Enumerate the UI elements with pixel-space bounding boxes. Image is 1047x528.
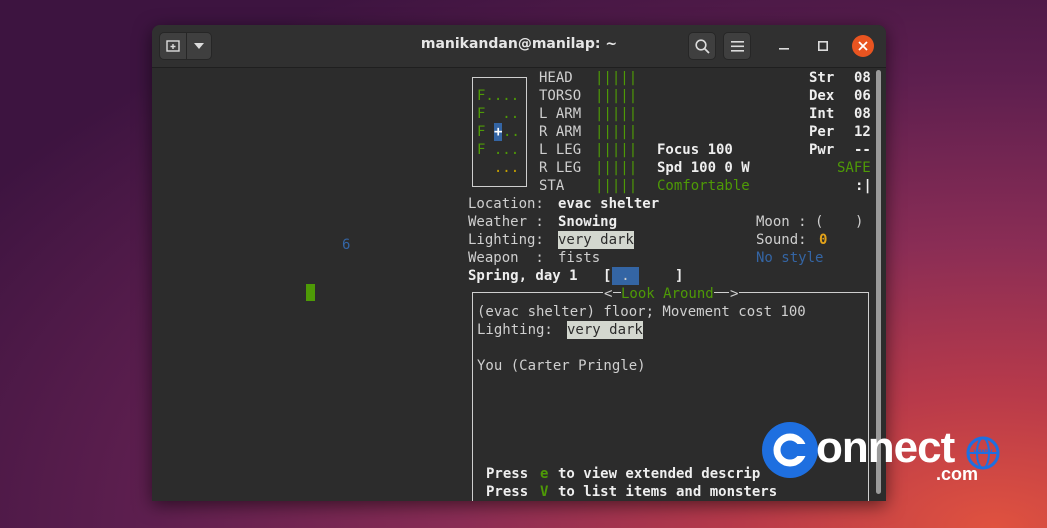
search-button[interactable] bbox=[688, 32, 716, 60]
style-readout: No style bbox=[756, 250, 824, 266]
minimize-button[interactable] bbox=[774, 36, 794, 56]
maximize-button[interactable] bbox=[813, 36, 833, 56]
close-icon bbox=[858, 41, 868, 51]
tab-menu-button[interactable] bbox=[186, 32, 212, 60]
look-around-title: Look Around bbox=[621, 285, 714, 303]
look-around-title-right: > bbox=[729, 285, 740, 303]
date-bracket-close: ] bbox=[675, 268, 684, 284]
body-bar-l-leg: ||||| bbox=[595, 142, 638, 158]
body-bar-r-leg: ||||| bbox=[595, 160, 638, 176]
minimize-icon bbox=[779, 48, 789, 50]
player-marker: + bbox=[494, 123, 503, 141]
press-e-suffix: to view extended descrip bbox=[558, 466, 761, 482]
look-tile-description: (evac shelter) floor; Movement cost 100 bbox=[477, 304, 806, 320]
look-around-title-left: < bbox=[603, 285, 614, 303]
chevron-down-icon bbox=[194, 43, 204, 49]
close-button[interactable] bbox=[852, 35, 874, 57]
watermark-brand: onnect bbox=[816, 423, 955, 472]
location-value: evac shelter bbox=[558, 196, 660, 212]
look-lighting-value: very dark bbox=[567, 321, 643, 339]
look-lighting-label: Lighting: bbox=[477, 322, 553, 338]
body-part-torso: TORSO bbox=[539, 88, 582, 104]
sound-value: 0 bbox=[819, 232, 828, 248]
hamburger-menu-button[interactable] bbox=[723, 32, 751, 60]
map-number-marker: 6 bbox=[342, 237, 351, 253]
lighting-value: very dark bbox=[558, 231, 634, 249]
minimap-row-2: F .. bbox=[477, 106, 520, 122]
watermark-www: www bbox=[973, 447, 993, 456]
minimap-row-3-right: .. bbox=[503, 124, 520, 140]
date-readout: Spring, day 1 bbox=[468, 268, 578, 284]
focus-readout: Focus 100 bbox=[657, 142, 733, 158]
body-part-r-arm: R ARM bbox=[539, 124, 582, 140]
stat-per-value: 12 bbox=[854, 124, 871, 140]
body-bar-l-arm: ||||| bbox=[595, 106, 638, 122]
moon-close: ) bbox=[855, 214, 864, 230]
speed-readout: Spd 100 0 W bbox=[657, 160, 750, 176]
weapon-label: Weapon : bbox=[468, 250, 544, 266]
press-e-prefix: Press bbox=[486, 466, 529, 482]
stat-str-value: 08 bbox=[854, 70, 871, 86]
weather-label: Weather : bbox=[468, 214, 544, 230]
body-part-l-arm: L ARM bbox=[539, 106, 582, 122]
key-v[interactable]: V bbox=[540, 483, 549, 501]
press-v-suffix: to list items and monsters bbox=[558, 483, 778, 501]
body-part-sta: STA bbox=[539, 178, 565, 194]
date-indicator: . bbox=[612, 267, 639, 285]
stat-per-label: Per bbox=[809, 124, 835, 140]
new-tab-icon bbox=[166, 40, 180, 52]
comfort-status: Comfortable bbox=[657, 178, 750, 194]
stat-dex-value: 06 bbox=[854, 88, 871, 104]
stat-int-value: 08 bbox=[854, 106, 871, 122]
body-part-r-leg: R LEG bbox=[539, 160, 582, 176]
moon-label: Moon : ( bbox=[756, 214, 824, 230]
stat-pwr-label: Pwr bbox=[809, 142, 835, 158]
body-part-head: HEAD bbox=[539, 70, 573, 86]
minimap-row-4: F ... bbox=[477, 142, 520, 158]
maximize-icon bbox=[818, 41, 828, 51]
body-part-l-leg: L LEG bbox=[539, 142, 582, 158]
stat-dex-label: Dex bbox=[809, 88, 835, 104]
body-bar-r-arm: ||||| bbox=[595, 124, 638, 140]
body-bar-sta: ||||| bbox=[595, 178, 638, 194]
minimap-row-1: F.... bbox=[477, 88, 520, 104]
window-title: manikandan@manilap: ~ bbox=[420, 36, 618, 52]
safe-mode-indicator: SAFE bbox=[837, 160, 871, 176]
new-tab-button[interactable] bbox=[159, 32, 187, 60]
stat-int-label: Int bbox=[809, 106, 835, 122]
map-green-tile bbox=[306, 284, 315, 301]
lighting-label: Lighting: bbox=[468, 232, 544, 248]
weapon-value: fists bbox=[558, 250, 601, 266]
status-cursor: :| bbox=[855, 178, 872, 194]
minimap-row-3-left: F bbox=[477, 124, 494, 140]
weather-value: Snowing bbox=[558, 214, 618, 230]
key-e[interactable]: e bbox=[540, 465, 548, 483]
sound-label: Sound: bbox=[756, 232, 807, 248]
titlebar: manikandan@manilap: ~ bbox=[152, 25, 886, 68]
hamburger-icon bbox=[730, 40, 744, 52]
look-player-name: You (Carter Pringle) bbox=[477, 358, 646, 374]
press-v-prefix: Press bbox=[486, 483, 529, 501]
stat-pwr-value: -- bbox=[854, 142, 871, 158]
body-bar-torso: ||||| bbox=[595, 88, 638, 104]
watermark-logo: onnect www .com bbox=[758, 420, 1008, 492]
minimap-row-5: ... bbox=[477, 160, 520, 176]
location-label: Location: bbox=[468, 196, 544, 212]
watermark-suffix: .com bbox=[936, 464, 979, 484]
date-bracket-open: [ bbox=[603, 268, 612, 284]
search-icon bbox=[694, 38, 710, 54]
stat-str-label: Str bbox=[809, 70, 835, 86]
body-bar-head: ||||| bbox=[595, 70, 638, 86]
